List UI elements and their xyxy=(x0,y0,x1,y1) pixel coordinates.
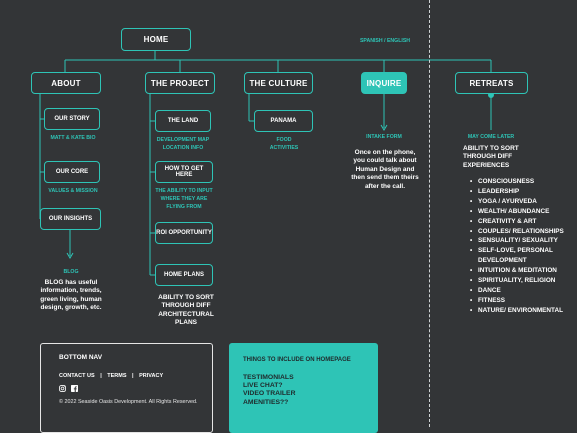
panel-item-amenities: AMENITIES?? xyxy=(243,398,289,406)
nav-the-culture[interactable]: THE CULTURE xyxy=(244,72,313,94)
home-plans-description: ABILITY TO SORT THROUGH DIFF ARCHITECTUR… xyxy=(158,294,214,327)
may-come-later-note: MAY COME LATER xyxy=(467,134,515,140)
nav-inquire[interactable]: INQUIRE xyxy=(361,72,407,94)
project-home-plans[interactable]: HOME PLANS xyxy=(155,264,213,286)
retreats-description: ABILITY TO SORT THROUGH DIFF EXPERIENCES xyxy=(463,145,519,169)
homepage-notes-panel: THINGS TO INCLUDE ON HOMEPAGE TESTIMONIA… xyxy=(229,343,378,433)
home-node[interactable]: HOME xyxy=(121,28,191,51)
contact-us-link[interactable]: CONTACT US xyxy=(59,373,95,379)
retreat-item: YOGA / AYURVEDA xyxy=(470,197,577,207)
retreat-item: INTUITION & MEDITATION xyxy=(470,266,577,276)
blog-label: BLOG xyxy=(63,269,79,275)
retreat-item: LEADERSHIP xyxy=(470,187,577,197)
location-info-label: LOCATION INFO xyxy=(162,145,204,152)
about-our-insights[interactable]: OUR INSIGHTS xyxy=(40,208,101,230)
food-label: FOOD xyxy=(276,137,292,143)
about-our-story[interactable]: OUR STORY xyxy=(44,108,100,130)
development-map-label: DEVELOPMENT MAP xyxy=(156,137,210,143)
link-separator: | xyxy=(100,373,102,379)
link-separator: | xyxy=(132,373,134,379)
retreat-item: SENSUALITY/ SEXUALITY xyxy=(470,236,577,246)
panel-item-video-trailer: VIDEO TRAILER xyxy=(243,390,296,398)
retreat-item: DANCE xyxy=(470,286,577,296)
instagram-icon[interactable] xyxy=(59,385,66,392)
retreat-item: CREATIVITY & ART xyxy=(470,217,577,227)
homepage-panel-title: THINGS TO INCLUDE ON HOMEPAGE xyxy=(243,357,351,363)
copyright-text: © 2022 Seaside Oasis Development. All Ri… xyxy=(59,399,198,405)
retreat-experiences-list: CONSCIOUSNESSLEADERSHIPYOGA / AYURVEDAWE… xyxy=(470,177,577,316)
how-note-line-1: THE ABILITY TO INPUT xyxy=(155,188,213,194)
how-note-line-3: FLYING FROM xyxy=(166,204,202,211)
retreat-item: SELF-LOVE, PERSONAL DEVELOPMENT xyxy=(470,246,577,266)
retreat-item: FITNESS xyxy=(470,296,577,306)
homepage-panel-list: TESTIMONIALS LIVE CHAT? VIDEO TRAILER AM… xyxy=(243,374,296,407)
panama-note: FOOD ACTIVITIES xyxy=(252,136,316,152)
activities-label: ACTIVITIES xyxy=(269,145,299,152)
retreat-item: NATURE/ ENVIRONMENTAL xyxy=(470,306,577,316)
section-divider xyxy=(429,0,430,427)
footer-links: CONTACT US | TERMS | PRIVACY xyxy=(59,373,163,379)
retreat-item: SPIRITUALITY, RELIGION xyxy=(470,276,577,286)
inquire-description: Once on the phone, you could talk about … xyxy=(351,149,419,190)
language-toggle[interactable]: SPANISH / ENGLISH xyxy=(350,37,420,45)
culture-panama[interactable]: PANAMA xyxy=(254,110,313,132)
nav-retreats[interactable]: RETREATS xyxy=(455,72,528,94)
the-land-note: DEVELOPMENT MAP LOCATION INFO xyxy=(150,136,216,152)
retreat-item: CONSCIOUSNESS xyxy=(470,177,577,187)
project-roi-opportunity[interactable]: ROI OPPORTUNITY xyxy=(155,222,213,244)
nav-the-project[interactable]: THE PROJECT xyxy=(145,72,215,94)
how-note-line-2: WHERE THEY ARE xyxy=(160,196,208,203)
blog-description: BLOG has useful information, trends, gre… xyxy=(40,279,102,312)
about-our-core[interactable]: OUR CORE xyxy=(44,161,100,183)
facebook-icon[interactable] xyxy=(71,385,78,392)
panel-item-testimonials: TESTIMONIALS xyxy=(243,374,294,381)
project-the-land[interactable]: THE LAND xyxy=(155,110,211,132)
intake-form-note: INTAKE FORM xyxy=(366,134,402,140)
our-core-note: VALUES & MISSION xyxy=(48,188,98,194)
social-icons xyxy=(59,385,78,392)
our-story-note: MATT & KATE BIO xyxy=(50,135,96,141)
bottom-nav-title: BOTTOM NAV xyxy=(59,354,103,361)
terms-link[interactable]: TERMS xyxy=(107,373,126,379)
how-to-get-here-note: THE ABILITY TO INPUT WHERE THEY ARE FLYI… xyxy=(150,187,218,211)
retreat-item: COUPLES/ RELATIONSHIPS xyxy=(470,227,577,237)
nav-about[interactable]: ABOUT xyxy=(31,72,101,94)
retreat-item: WEALTH/ ABUNDANCE xyxy=(470,207,577,217)
privacy-link[interactable]: PRIVACY xyxy=(139,373,163,379)
project-how-to-get-here[interactable]: HOW TO GET HERE xyxy=(155,161,213,183)
panel-item-live-chat: LIVE CHAT? xyxy=(243,382,283,390)
bottom-nav-box: BOTTOM NAV CONTACT US | TERMS | PRIVACY … xyxy=(40,343,213,433)
